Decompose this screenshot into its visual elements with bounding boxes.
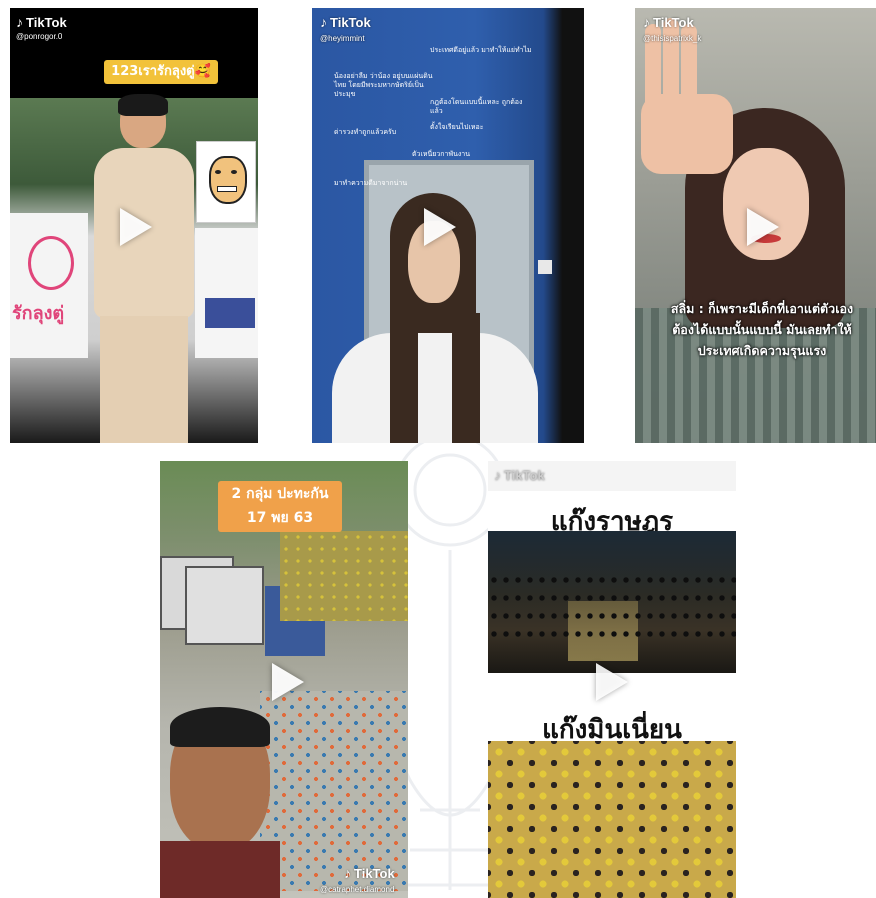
video-handle: @heyimmint <box>320 34 365 43</box>
play-icon[interactable] <box>272 663 304 701</box>
play-icon[interactable] <box>120 208 152 246</box>
comment-note: ตั้งใจเรียนไปเหอะ <box>430 123 484 131</box>
raised-hand <box>639 18 739 174</box>
person-figure <box>88 94 198 443</box>
video-handle: @ponrogor.0 <box>16 32 63 41</box>
video-subtitle: สลิ่ม : ก็เพราะมีเด็กที่เอาแต่ตัวเองต้อง… <box>670 301 854 358</box>
tiktok-note-icon: ♪ <box>494 467 501 483</box>
video-caption: 123เรารักลุงตู่🥰 <box>104 60 218 84</box>
video-tile-1[interactable]: รักลุงตู่ 123เรารักลุงตู่🥰 ♪ TikTok @pon… <box>10 8 258 443</box>
comment-note: น้องอย่าลืม ว่าน้อง อยู่บนแผ่นดินไทย โดย… <box>334 72 433 98</box>
comment-note: มาทำความดีมาจากน่าน <box>334 179 408 187</box>
tiktok-note-icon: ♪ <box>344 865 351 881</box>
play-icon[interactable] <box>424 208 456 246</box>
yellow-crowd-image <box>488 741 736 898</box>
night-crowd-image <box>488 531 736 673</box>
tiktok-note-icon: ♪ <box>320 14 327 30</box>
tiktok-logo: ♪ TikTok <box>320 14 371 30</box>
video-tile-3[interactable]: สลิ่ม : ก็เพราะมีเด็กที่เอาแต่ตัวเองต้อง… <box>635 8 876 443</box>
tiktok-note-icon: ♪ <box>16 14 23 30</box>
comment-note: ประเทศดีอยู่แล้ว มาทำให้แย่ทำไม <box>430 46 532 54</box>
comment-note: ด่ารวงทำถูกแล้วครับ <box>334 128 397 136</box>
protest-sign-text: รักลุงตู่ <box>12 303 65 324</box>
tiktok-logo: ♪ TikTok <box>344 865 395 881</box>
caricature-sign <box>196 141 256 223</box>
person-figure <box>160 707 280 898</box>
comment-note: ตัวเหนี่ยวกาพันงาน <box>412 150 471 158</box>
play-icon[interactable] <box>596 663 628 701</box>
tiktok-logo: ♪ TikTok <box>494 467 545 483</box>
comment-note: กฎต้องโดนแบบนี้แหละ ถูกต้องแล้ว <box>430 98 523 115</box>
tiktok-logo: ♪ TikTok <box>643 14 694 30</box>
tiktok-logo: ♪ TikTok <box>16 14 67 30</box>
video-handle: @catraphet.diamond <box>320 885 395 894</box>
video-tile-2[interactable]: ♪ TikTok @heyimmint ประเทศดีอยู่แล้ว มาท… <box>312 8 584 443</box>
video-caption: 2 กลุ่ม ปะทะกัน 17 พย 63 <box>218 481 342 532</box>
video-tile-4[interactable]: 2 กลุ่ม ปะทะกัน 17 พย 63 ♪ TikTok @catra… <box>160 461 408 898</box>
video-tile-5[interactable]: แก๊งราษฎร แก๊งมินเนี่ยน ♪ TikTok <box>488 461 736 898</box>
tiktok-note-icon: ♪ <box>643 14 650 30</box>
play-icon[interactable] <box>747 208 779 246</box>
video-handle: @thisispatrixk_k <box>643 34 702 43</box>
